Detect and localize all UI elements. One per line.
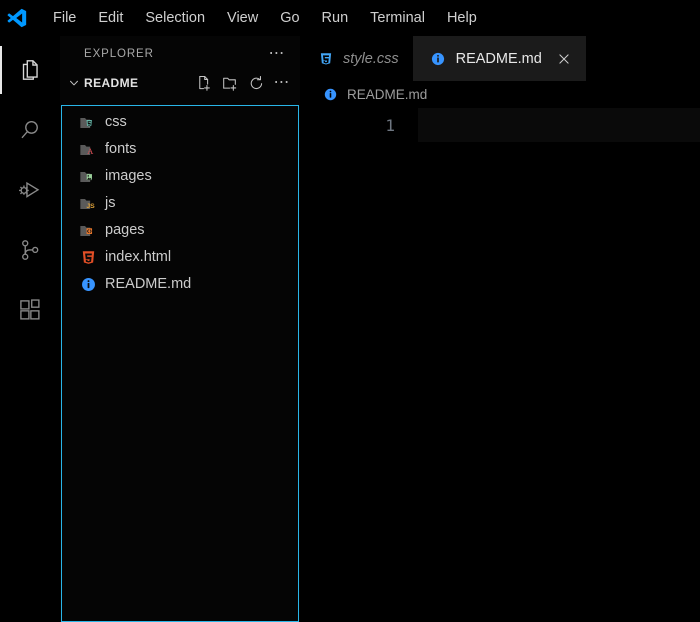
editor-line-1: 1 — [300, 108, 700, 142]
info-icon — [79, 276, 97, 294]
close-icon[interactable] — [556, 51, 572, 67]
menu-item-run[interactable]: Run — [311, 6, 360, 31]
folder-js-icon: JS — [79, 195, 97, 213]
tree-item-label: css — [105, 114, 127, 131]
menu-item-view[interactable]: View — [216, 6, 269, 31]
explorer-section-actions: ⋯ — [196, 75, 292, 92]
activity-item-source-control[interactable] — [0, 220, 60, 280]
active-indicator — [0, 106, 2, 154]
folder-css-icon — [79, 114, 97, 132]
html5-icon — [79, 249, 97, 267]
tab-label: style.css — [343, 50, 399, 67]
activity-item-extensions[interactable] — [0, 280, 60, 340]
svg-text:JS: JS — [86, 202, 95, 209]
activity-bar — [0, 36, 60, 622]
source-control-icon — [22, 240, 39, 260]
files-icon — [22, 60, 38, 80]
info-icon — [430, 50, 447, 67]
menu-item-go[interactable]: Go — [269, 6, 310, 31]
activity-item-run-and-debug[interactable] — [0, 160, 60, 220]
active-indicator — [0, 166, 2, 214]
svg-text:A: A — [87, 146, 94, 156]
tree-item-label: index.html — [105, 249, 172, 266]
activity-item-search[interactable] — [0, 100, 60, 160]
folder-images-icon — [79, 168, 97, 186]
explorer-section-label: README — [84, 76, 139, 90]
menu-item-help[interactable]: Help — [436, 6, 488, 31]
tab-bar: style.css README.md — [300, 36, 700, 81]
tree-item-label: fonts — [105, 141, 137, 158]
sidebar-more-actions-icon[interactable]: ⋯ — [269, 45, 287, 61]
sidebar-title-label: EXPLORER — [84, 47, 154, 60]
vscode-window: File Edit Selection View Go Run Terminal… — [0, 0, 700, 622]
menu-item-selection[interactable]: Selection — [134, 6, 216, 31]
breadcrumb-item-readme-md[interactable]: README.md — [347, 87, 427, 102]
activity-item-explorer[interactable] — [0, 40, 60, 100]
explorer-more-actions-icon[interactable]: ⋯ — [274, 75, 292, 91]
tree-item-label: js — [105, 195, 116, 212]
run-debug-icon — [19, 181, 40, 198]
tree-item-fonts[interactable]: A fonts — [62, 136, 298, 163]
line-number: 1 — [385, 115, 395, 135]
menu-item-terminal[interactable]: Terminal — [359, 6, 436, 31]
tree-item-label: images — [105, 168, 152, 185]
menu-item-edit[interactable]: Edit — [87, 6, 134, 31]
folder-fonts-icon: A — [79, 141, 97, 159]
tree-item-label: pages — [105, 222, 145, 239]
file-tree: css A fonts images JS js pages index.htm… — [62, 106, 298, 298]
tree-item-js[interactable]: JS js — [62, 190, 298, 217]
menu-bar: File Edit Selection View Go Run Terminal… — [0, 0, 700, 36]
folder-pages-icon — [79, 222, 97, 240]
tab-style-css[interactable]: style.css — [300, 36, 413, 81]
tree-item-readme-md[interactable]: README.md — [62, 271, 298, 298]
tree-item-images[interactable]: images — [62, 163, 298, 190]
info-icon — [322, 86, 339, 103]
breadcrumb: README.md — [300, 81, 700, 108]
search-icon — [21, 120, 38, 139]
refresh-icon[interactable] — [248, 75, 265, 92]
active-indicator — [0, 286, 2, 334]
tab-readme-md[interactable]: README.md — [412, 36, 586, 81]
tree-item-css[interactable]: css — [62, 109, 298, 136]
extensions-icon — [20, 299, 40, 320]
css3-icon — [317, 50, 334, 67]
new-file-icon[interactable] — [196, 75, 213, 92]
active-indicator — [0, 46, 2, 94]
chevron-down-icon[interactable] — [66, 75, 82, 91]
current-line-highlight — [418, 108, 700, 142]
explorer-section-header-readme[interactable]: README ⋯ — [60, 71, 300, 95]
active-indicator — [0, 226, 2, 274]
editor-code-area[interactable]: 1 — [300, 108, 700, 622]
menu-item-file[interactable]: File — [42, 6, 87, 31]
sidebar-title-bar: EXPLORER ⋯ — [60, 36, 300, 71]
vscode-logo-icon — [0, 0, 34, 36]
editor-group: style.css README.md README.md 1 — [300, 36, 700, 622]
menu-items: File Edit Selection View Go Run Terminal… — [42, 6, 488, 31]
tree-item-pages[interactable]: pages — [62, 217, 298, 244]
tree-item-index-html[interactable]: index.html — [62, 244, 298, 271]
side-bar: EXPLORER ⋯ README ⋯ css A fonts images J… — [60, 36, 300, 622]
new-folder-icon[interactable] — [222, 75, 239, 92]
tree-item-label: README.md — [105, 276, 192, 293]
file-tree-container: css A fonts images JS js pages index.htm… — [61, 105, 299, 622]
tab-label: README.md — [455, 50, 542, 67]
